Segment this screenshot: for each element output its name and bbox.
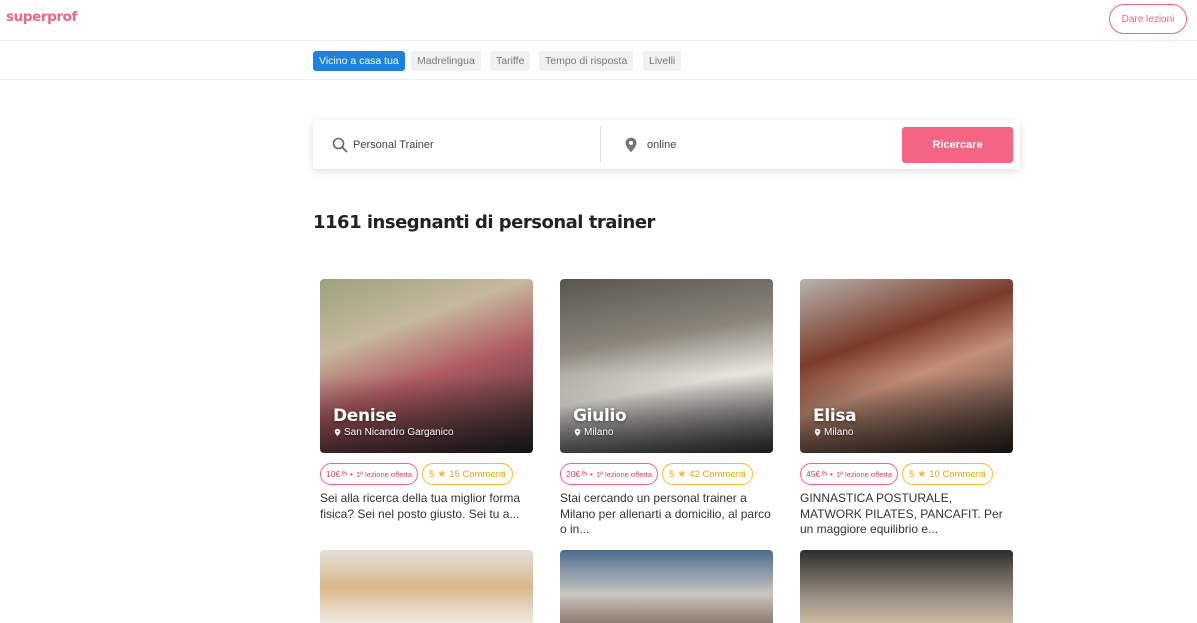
filter-chip-levels[interactable]: Livelli: [643, 51, 682, 71]
search-icon: [332, 137, 348, 153]
map-pin-icon: [625, 137, 637, 153]
tutor-photo[interactable]: Denise San Nicandro Garganico: [320, 279, 533, 453]
tutor-location: San Nicandro Garganico: [334, 427, 454, 438]
rating-value: 5: [669, 468, 675, 480]
review-count: 10 Commenti: [929, 468, 986, 480]
tutor-location: Milano: [814, 427, 853, 438]
badge-separator: •: [830, 469, 834, 479]
badge-separator: •: [590, 469, 594, 479]
rating-value: 5: [429, 468, 435, 480]
location-pin-icon: [574, 428, 581, 437]
tutor-badges: 10€ /h • 1ª lezione offerta 5 ★ 15 Comme…: [320, 463, 513, 485]
tutor-card[interactable]: Giulio Milano 20€ /h • 1ª lezione offert…: [560, 279, 773, 536]
location-input[interactable]: [647, 132, 887, 158]
first-lesson-offer: 1ª lezione offerta: [836, 469, 893, 479]
star-icon: ★: [677, 468, 687, 480]
results-title: 1161 insegnanti di personal trainer: [313, 212, 655, 233]
price-value: 20€: [566, 469, 581, 479]
filter-chip-native-speaker[interactable]: Madrelingua: [411, 51, 481, 71]
tutor-card[interactable]: Elisa Milano 45€ /h • 1ª lezione offerta…: [800, 279, 1013, 536]
search-button[interactable]: Ricercare: [902, 127, 1013, 163]
tutor-name: Denise: [333, 406, 397, 426]
price-badge: 20€ /h • 1ª lezione offerta: [560, 463, 659, 485]
rating-badge[interactable]: 5 ★ 10 Commenti: [902, 463, 993, 485]
tutor-location-text: Milano: [824, 427, 854, 438]
price-value: 45€: [806, 469, 821, 479]
badge-separator: •: [350, 469, 354, 479]
filter-chip-response-time[interactable]: Tempo di risposta: [539, 51, 634, 71]
review-count: 15 Commenti: [449, 468, 506, 480]
rating-value: 5: [909, 468, 915, 480]
tutor-description: GINNASTICA POSTURALE, MATWORK PILATES, P…: [800, 491, 1003, 536]
top-navigation-bar: superprof Dare lezioni: [0, 0, 1197, 41]
star-icon: ★: [917, 468, 927, 480]
subject-search-input[interactable]: [353, 132, 593, 158]
tutor-location-text: San Nicandro Garganico: [344, 427, 454, 438]
give-lessons-button[interactable]: Dare lezioni: [1109, 4, 1187, 34]
tutor-badges: 20€ /h • 1ª lezione offerta 5 ★ 42 Comme…: [560, 463, 753, 485]
tutor-description: Sei alla ricerca della tua miglior forma…: [320, 491, 521, 521]
review-count: 42 Commenti: [689, 468, 746, 480]
tutor-badges: 45€ /h • 1ª lezione offerta 5 ★ 10 Comme…: [800, 463, 993, 485]
location-pin-icon: [814, 428, 821, 437]
tutor-card[interactable]: Denise San Nicandro Garganico 10€ /h • 1…: [320, 279, 533, 521]
tutor-description: Stai cercando un personal trainer a Mila…: [560, 491, 771, 536]
tutor-photo[interactable]: Elisa Milano: [800, 279, 1013, 453]
price-badge: 10€ /h • 1ª lezione offerta: [320, 463, 419, 485]
search-divider: [600, 127, 601, 163]
price-badge: 45€ /h • 1ª lezione offerta: [800, 463, 899, 485]
price-value: 10€: [326, 469, 341, 479]
price-unit: /h: [821, 470, 828, 478]
tutor-location: Milano: [574, 427, 613, 438]
price-unit: /h: [581, 470, 588, 478]
tutor-name: Giulio: [573, 406, 627, 426]
search-box: Ricercare: [313, 120, 1020, 169]
tutor-photo[interactable]: [800, 550, 1013, 623]
first-lesson-offer: 1ª lezione offerta: [356, 469, 413, 479]
location-pin-icon: [334, 428, 341, 437]
tutor-photo[interactable]: [320, 550, 533, 623]
first-lesson-offer: 1ª lezione offerta: [596, 469, 653, 479]
star-icon: ★: [437, 468, 447, 480]
tutor-name: Elisa: [813, 406, 857, 426]
rating-badge[interactable]: 5 ★ 42 Commenti: [662, 463, 753, 485]
tutor-photo[interactable]: [560, 550, 773, 623]
price-unit: /h: [341, 470, 348, 478]
filter-chip-near-home[interactable]: Vicino a casa tua: [313, 51, 405, 71]
rating-badge[interactable]: 5 ★ 15 Commenti: [422, 463, 513, 485]
filter-bar: Vicino a casa tua Madrelingua Tariffe Te…: [0, 41, 1197, 80]
tutor-photo[interactable]: Giulio Milano: [560, 279, 773, 453]
filter-chip-rates[interactable]: Tariffe: [490, 51, 531, 71]
tutor-location-text: Milano: [584, 427, 614, 438]
superprof-logo[interactable]: superprof: [6, 9, 77, 25]
